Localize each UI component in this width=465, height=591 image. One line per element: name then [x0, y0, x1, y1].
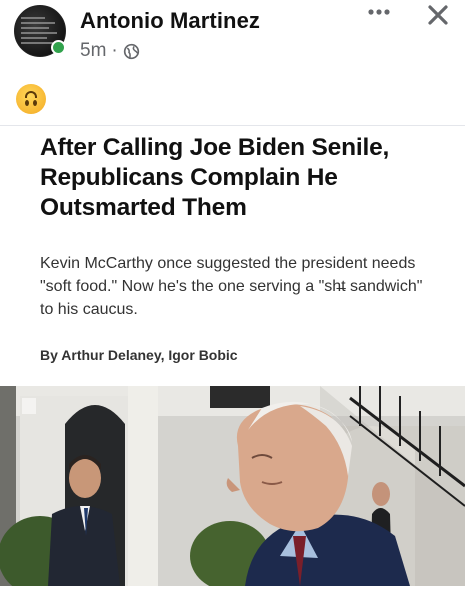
more-dots-icon: [368, 9, 390, 15]
article-deck: Kevin McCarthy once suggested the presid…: [40, 255, 423, 318]
post-header: Antonio Martinez 5m ·: [0, 0, 465, 72]
post-meta: 5m ·: [80, 40, 140, 62]
article-byline: By Arthur Delaney, Igor Bobic: [40, 347, 238, 363]
globe-icon[interactable]: [123, 43, 140, 60]
online-status-icon: [51, 40, 66, 55]
close-icon: [428, 5, 448, 25]
post-time[interactable]: 5m: [80, 40, 106, 62]
upside-down-face-emoji: [16, 84, 46, 114]
photo-illustration: [0, 386, 465, 586]
emoji-eye-right: [33, 100, 37, 106]
link-preview-divider: [0, 125, 465, 126]
more-options-button[interactable]: [362, 2, 396, 30]
author-name[interactable]: Antonio Martinez: [80, 8, 260, 34]
article-headline[interactable]: After Calling Joe Biden Senile, Republic…: [40, 133, 440, 223]
close-button[interactable]: [421, 2, 455, 32]
emoji-mouth: [25, 91, 37, 98]
emoji-eye-left: [25, 100, 29, 106]
article-photo[interactable]: [0, 386, 465, 586]
meta-separator: ·: [111, 40, 118, 61]
